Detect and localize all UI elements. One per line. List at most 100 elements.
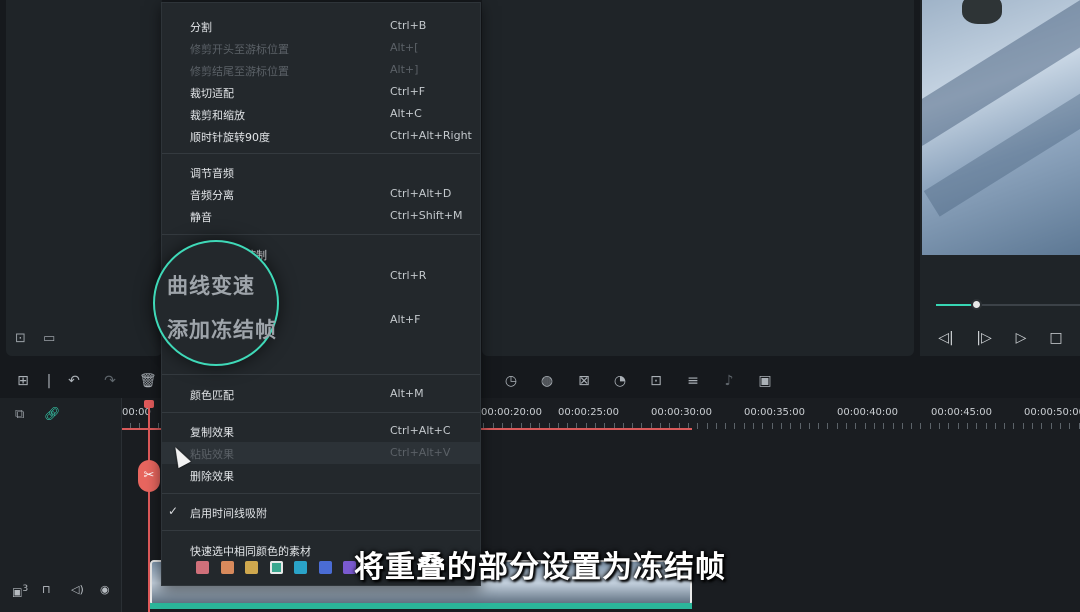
menu-item-detach-audio[interactable]: 音频分离Ctrl+Alt+D: [162, 183, 480, 205]
ruler-tick: [846, 423, 847, 429]
adjust-icon[interactable]: ≡: [685, 373, 701, 389]
ruler-label: 00:00:45:00: [931, 407, 992, 418]
scissors-icon[interactable]: ✂: [138, 460, 160, 492]
ruler-tick: [837, 423, 838, 429]
menu-item-split[interactable]: 分割Ctrl+B: [162, 15, 480, 37]
ruler-tick: [697, 423, 698, 429]
ruler-tick: [883, 423, 884, 429]
ruler-tick: [753, 423, 754, 429]
ruler-tick: [1060, 423, 1061, 429]
add-track-icon[interactable]: ⧉: [15, 407, 24, 422]
ruler-tick: [855, 423, 856, 429]
image-frame-icon[interactable]: ⊠: [576, 373, 592, 389]
ruler-label: 00:00:50:00: [1024, 407, 1080, 418]
split-clip-icon[interactable]: ▣: [757, 373, 773, 389]
ruler-tick: [790, 423, 791, 429]
effects-panel: [482, 0, 914, 356]
ruler-tick: [1013, 423, 1014, 429]
menu-item-crop-fit[interactable]: 裁切适配Ctrl+F: [162, 81, 480, 103]
ruler-label: 00:00:35:00: [744, 407, 805, 418]
audio-icon[interactable]: ♪: [721, 373, 737, 389]
ruler-tick: [967, 423, 968, 429]
preview-video-frame: [922, 0, 1080, 255]
preview-scrub-handle[interactable]: [971, 299, 982, 310]
ruler-label: 00:00:40:00: [837, 407, 898, 418]
ruler-tick: [809, 423, 810, 429]
ruler-tick: [734, 423, 735, 429]
menu-divider: [162, 530, 480, 531]
ruler-tick: [948, 423, 949, 429]
next-frame-icon[interactable]: |▷: [976, 330, 992, 346]
menu-item-rotate[interactable]: 顺时针旋转90度Ctrl+Alt+Right: [162, 125, 480, 147]
ruler-label: 00:00:20:00: [481, 407, 542, 418]
ruler-label: 00:00:25:00: [558, 407, 619, 418]
menu-item-copy-effect[interactable]: 复制效果Ctrl+Alt+C: [162, 420, 480, 442]
grid-icon[interactable]: ⊞: [15, 373, 31, 389]
ruler-tick: [800, 423, 801, 429]
ruler-tick: [744, 423, 745, 429]
menu-item-trim-end[interactable]: 修剪结尾至游标位置Alt+]: [162, 59, 480, 81]
video-subtitle: 将重叠的部分设置为冻结帧: [0, 542, 1080, 586]
crop-icon[interactable]: ⊡: [648, 373, 664, 389]
menu-item-mute[interactable]: 静音Ctrl+Shift+M: [162, 205, 480, 227]
clip-audio-strip: [150, 603, 692, 609]
ruler-tick: [1032, 423, 1033, 429]
ruler-tick: [920, 423, 921, 429]
new-folder-icon[interactable]: ⊡: [15, 331, 26, 346]
ruler-tick: [865, 423, 866, 429]
menu-divider: [162, 234, 480, 235]
redo-icon[interactable]: ↷: [102, 373, 118, 389]
ruler-tick: [930, 423, 931, 429]
preview-scrub-progress: [936, 304, 976, 306]
menu-item-color-match[interactable]: 颜色匹配Alt+M: [162, 383, 480, 405]
prev-frame-icon[interactable]: ◁|: [938, 330, 954, 346]
ruler-label: 00:00:30:00: [651, 407, 712, 418]
ruler-tick: [1051, 423, 1052, 429]
timer-icon[interactable]: ◔: [612, 373, 628, 389]
ruler-tick: [995, 423, 996, 429]
video-editor-window: ⊡ ▭ ◁| |▷ ▷ □ ⊞ | ↶ ↷ 🗑 ◷ ◍ ⊠ ◔ ⊡ ≡ ♪ ▣ …: [0, 0, 1080, 612]
ruler-label: 00:00: [122, 407, 151, 418]
menu-item-adjust-audio[interactable]: 调节音频: [162, 161, 480, 183]
ruler-tick: [1069, 423, 1070, 429]
menu-divider: [162, 153, 480, 154]
menu-divider: [162, 493, 480, 494]
stop-icon[interactable]: □: [1048, 330, 1064, 346]
ruler-tick: [874, 423, 875, 429]
checkmark-icon: ✓: [168, 504, 178, 518]
ruler-tick: [986, 423, 987, 429]
menu-item-crop-zoom[interactable]: 裁剪和缩放Alt+C: [162, 103, 480, 125]
magnified-speed-curve-label: 曲线变速: [167, 270, 255, 300]
ruler-tick: [772, 423, 773, 429]
ruler-tick: [911, 423, 912, 429]
link-icon[interactable]: 🔗︎: [44, 407, 61, 422]
menu-item-trim-start[interactable]: 修剪开头至游标位置Alt+[: [162, 37, 480, 59]
ruler-tick: [1004, 423, 1005, 429]
play-icon[interactable]: ▷: [1013, 330, 1029, 346]
ruler-tick: [976, 423, 977, 429]
ruler-tick: [818, 423, 819, 429]
speed-icon[interactable]: ◷: [503, 373, 519, 389]
undo-icon[interactable]: ↶: [66, 373, 82, 389]
ruler-tick: [1041, 423, 1042, 429]
menu-item-delete-effect[interactable]: 删除效果: [162, 464, 480, 486]
delete-icon[interactable]: 🗑: [139, 373, 155, 389]
media-library-panel: [6, 0, 162, 356]
ruler-tick: [781, 423, 782, 429]
color-palette-icon[interactable]: ◍: [539, 373, 555, 389]
menu-divider: [162, 412, 480, 413]
menu-item-timeline-snap[interactable]: ✓启用时间线吸附: [162, 501, 480, 523]
ruler-tick: [707, 423, 708, 429]
menu-divider: [162, 374, 480, 375]
ruler-tick: [893, 423, 894, 429]
menu-item-paste-effect[interactable]: 粘贴效果Ctrl+Alt+V: [162, 442, 480, 464]
folder-icon[interactable]: ▭: [43, 331, 55, 346]
toolbar-divider: |: [41, 373, 57, 389]
ruler-tick: [827, 423, 828, 429]
magnified-freeze-frame-label: 添加冻结帧: [167, 314, 277, 344]
ruler-tick: [1023, 423, 1024, 429]
ruler-tick: [762, 423, 763, 429]
ruler-tick: [939, 423, 940, 429]
ruler-tick: [958, 423, 959, 429]
ruler-tick: [902, 423, 903, 429]
